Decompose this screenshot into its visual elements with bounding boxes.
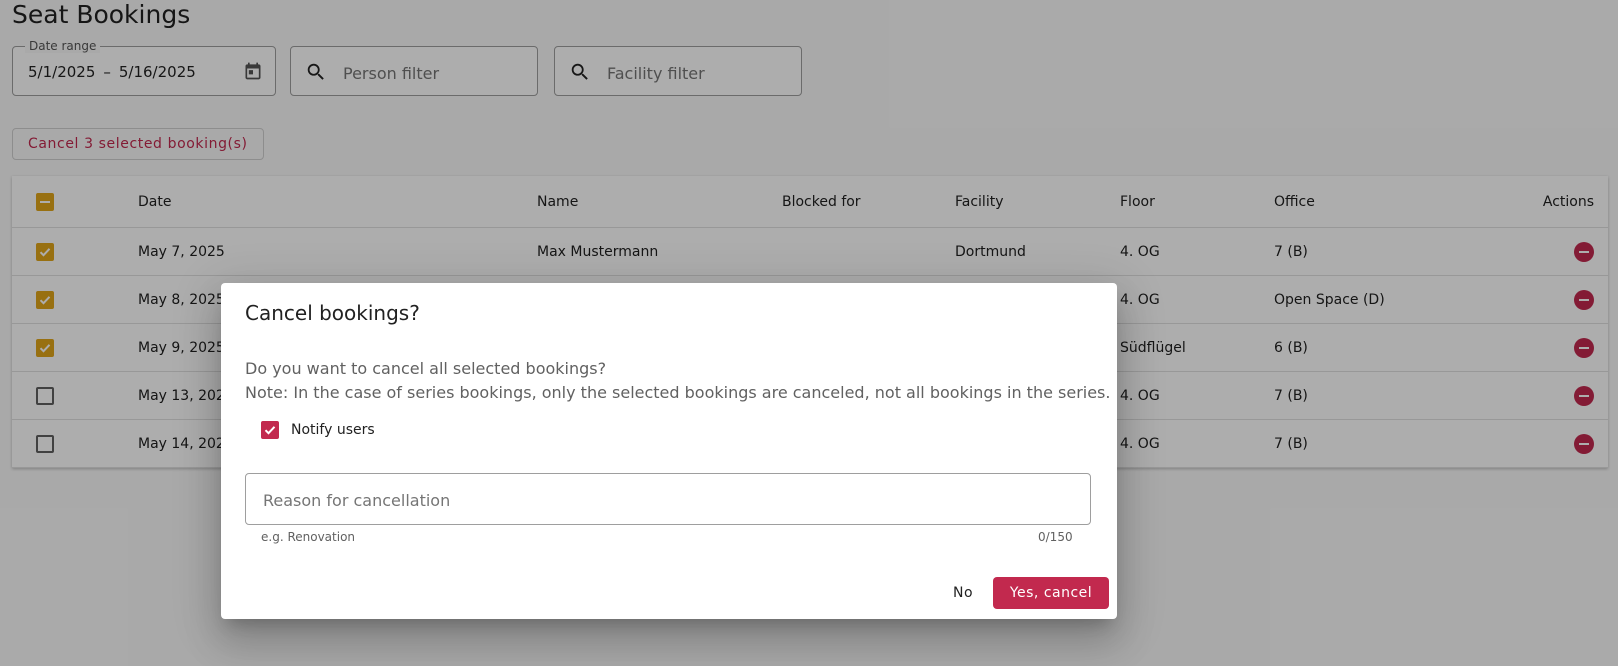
reason-field[interactable] bbox=[245, 473, 1091, 525]
notify-users-checkbox[interactable] bbox=[261, 421, 279, 439]
dialog-question: Do you want to cancel all selected booki… bbox=[245, 359, 607, 378]
dialog-title: Cancel bookings? bbox=[245, 301, 420, 325]
check-icon bbox=[264, 426, 276, 435]
dialog-message: Do you want to cancel all selected booki… bbox=[245, 357, 1110, 405]
reason-input[interactable] bbox=[261, 486, 1065, 514]
yes-cancel-button[interactable]: Yes, cancel bbox=[993, 577, 1109, 609]
cancel-bookings-dialog: Cancel bookings? Do you want to cancel a… bbox=[221, 283, 1117, 619]
notify-users-label[interactable]: Notify users bbox=[291, 422, 375, 438]
reason-char-counter: 0/150 bbox=[1038, 530, 1073, 544]
no-button[interactable]: No bbox=[933, 577, 993, 609]
dialog-note: Note: In the case of series bookings, on… bbox=[245, 383, 1111, 402]
reason-hint: e.g. Renovation bbox=[261, 530, 356, 544]
notify-users-option[interactable]: Notify users bbox=[261, 421, 375, 439]
